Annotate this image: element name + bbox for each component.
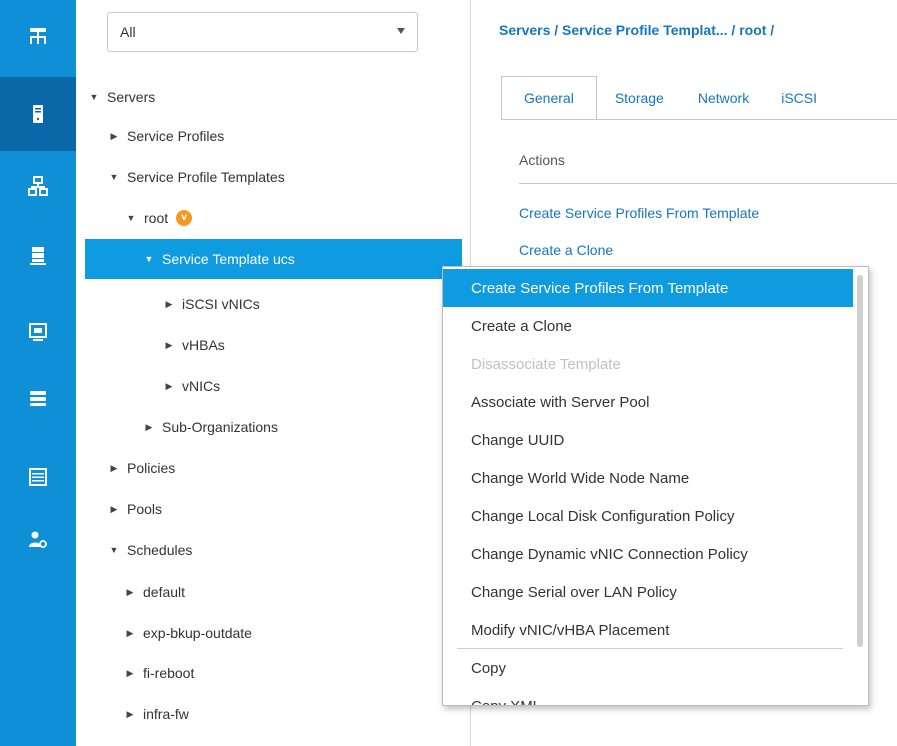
collapsed-triangle-icon: ▶ [110,462,118,473]
menu-item-change-local-disk-policy[interactable]: Change Local Disk Configuration Policy [443,497,853,535]
tree-node-service-profiles[interactable]: ▶ Service Profiles [109,116,225,156]
nav-rail [0,0,76,746]
vm-icon [29,323,47,341]
collapsed-triangle-icon: ▶ [126,627,134,638]
rail-item-admin[interactable] [0,514,76,566]
tree-node-label: Service Profiles [127,128,225,144]
tree-node-iscsi-vnics[interactable]: ▶ iSCSI vNICs [164,284,260,324]
tree-node-label: Servers [107,89,156,105]
tree-node-label: fi-reboot [143,665,195,681]
menu-item-copy-xml[interactable]: Copy XML [443,687,853,706]
menu-item-associate-server-pool[interactable]: Associate with Server Pool [443,383,853,421]
filter-value: All [120,24,136,40]
tree-node-pools[interactable]: ▶ Pools [109,489,163,529]
menu-item-change-dynamic-vnic-policy[interactable]: Change Dynamic vNIC Connection Policy [443,535,853,573]
menu-item-create-service-profiles[interactable]: Create Service Profiles From Template [443,269,853,307]
action-create-service-profiles[interactable]: Create Service Profiles From Template [519,205,759,221]
tree-node-fi-reboot[interactable]: ▶ fi-reboot [125,653,195,693]
tree-node-schedules[interactable]: ▼ Schedules [109,530,193,570]
rail-item-servers[interactable] [0,77,76,151]
tree-node-root[interactable]: ▼ root v [126,198,193,238]
rail-item-chassis[interactable] [0,451,76,503]
expanded-triangle-icon: ▼ [126,213,136,223]
tree-node-label: Service Template ucs [162,251,295,267]
tab-storage[interactable]: Storage [597,76,682,120]
collapsed-triangle-icon: ▶ [165,298,173,309]
san-icon [30,247,46,265]
tree-node-policies[interactable]: ▶ Policies [109,448,176,488]
tree-node-label: exp-bkup-outdate [143,625,252,641]
menu-item-copy[interactable]: Copy [443,649,853,687]
tree-node-label: vNICs [182,378,221,394]
tree-node-label: vHBAs [182,337,225,353]
collapsed-triangle-icon: ▶ [110,130,118,141]
tree-node-label: infra-fw [143,706,189,722]
rail-item-san[interactable] [0,230,76,282]
menu-item-change-sol-policy[interactable]: Change Serial over LAN Policy [443,573,853,611]
expanded-triangle-icon: ▼ [89,92,99,102]
rail-item-lan[interactable] [0,160,76,212]
tab-iscsi[interactable]: iSCSI [765,76,833,120]
rail-item-storage[interactable] [0,372,76,424]
collapsed-triangle-icon: ▶ [126,667,134,678]
storage-icon [30,391,46,406]
servers-icon [33,105,43,123]
collapsed-triangle-icon: ▶ [165,339,173,350]
expanded-triangle-icon: ▼ [144,254,154,264]
rail-item-equipment[interactable] [0,10,76,62]
tree-node-label: Policies [127,460,176,476]
tree-node-label: Pools [127,501,163,517]
chevron-down-icon [397,28,405,34]
actions-title: Actions [519,152,565,168]
collapsed-triangle-icon: ▶ [110,503,118,514]
admin-icon [29,531,47,548]
organization-icon: v [176,210,193,226]
menu-item-modify-placement[interactable]: Modify vNIC/vHBA Placement [443,611,853,649]
tree-node-label: Service Profile Templates [127,169,285,185]
menu-item-create-clone[interactable]: Create a Clone [443,307,853,345]
rail-item-vm[interactable] [0,306,76,358]
tab-general[interactable]: General [501,76,597,120]
chassis-icon [29,468,47,486]
lan-icon [28,176,48,196]
breadcrumb[interactable]: Servers / Service Profile Templat... / r… [499,22,774,38]
expanded-triangle-icon: ▼ [109,172,119,182]
menu-item-disassociate-template: Disassociate Template [471,355,621,373]
equipment-icon [30,28,46,44]
tab-bar: General Storage Network iSCSI [501,76,833,120]
navigation-tree: All ▼ Servers ▶ Service Profiles ▼ Servi… [76,0,471,746]
tree-node-label: Schedules [127,542,193,558]
tree-node-sub-organizations[interactable]: ▶ Sub-Organizations [144,407,278,447]
tree-node-servers[interactable]: ▼ Servers [89,77,156,117]
collapsed-triangle-icon: ▶ [126,586,134,597]
tree-node-label: default [143,584,186,600]
tree-node-label: root [144,210,169,226]
tree-node-service-profile-templates[interactable]: ▼ Service Profile Templates [109,157,285,197]
menu-scrollbar[interactable] [857,275,863,647]
actions-divider [519,183,897,184]
tree-node-vhbas[interactable]: ▶ vHBAs [164,325,225,365]
tree-node-label: iSCSI vNICs [182,296,260,312]
menu-item-change-wwnn[interactable]: Change World Wide Node Name [443,459,853,497]
tree-node-service-template-ucs[interactable]: ▼ Service Template ucs [85,239,462,279]
collapsed-triangle-icon: ▶ [165,380,173,391]
tree-node-infra-fw[interactable]: ▶ infra-fw [125,694,189,734]
collapsed-triangle-icon: ▶ [126,708,134,719]
tab-divider [501,119,897,120]
tree-node-label: Sub-Organizations [162,419,278,435]
tree-node-vnics[interactable]: ▶ vNICs [164,366,221,406]
tab-network[interactable]: Network [682,76,765,120]
collapsed-triangle-icon: ▶ [145,421,153,432]
context-menu: Create Service Profiles From Template Cr… [442,266,869,706]
filter-dropdown[interactable]: All [107,12,418,52]
tree-node-exp-bkup-outdate[interactable]: ▶ exp-bkup-outdate [125,613,252,653]
tree-node-default[interactable]: ▶ default [125,572,186,612]
menu-item-change-uuid[interactable]: Change UUID [443,421,853,459]
action-create-clone[interactable]: Create a Clone [519,242,613,258]
expanded-triangle-icon: ▼ [109,545,119,555]
